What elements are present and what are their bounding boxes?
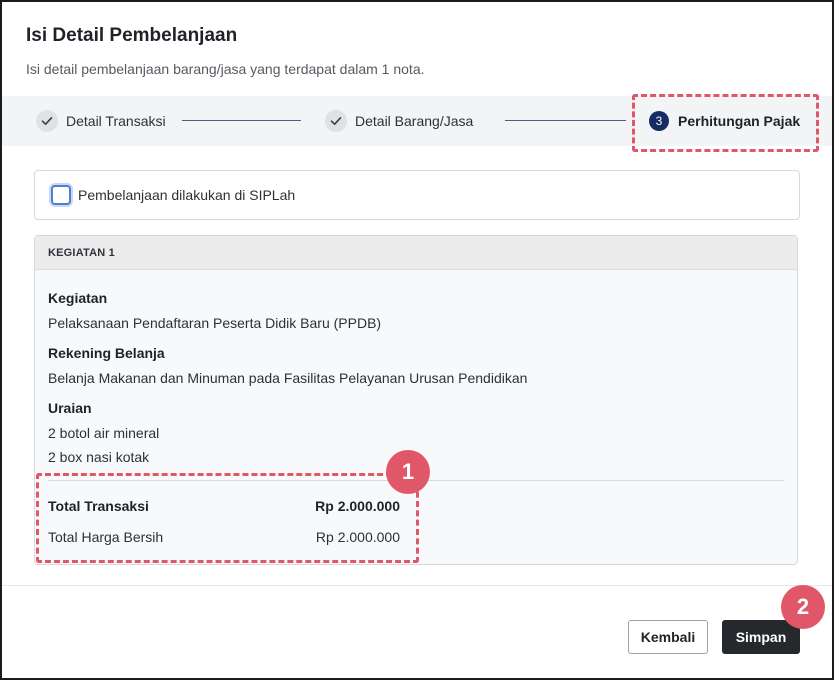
siplah-option[interactable]: Pembelanjaan dilakukan di SIPLah bbox=[34, 170, 800, 220]
step-label: Detail Transaksi bbox=[66, 113, 166, 129]
dialog-title: Isi Detail Pembelanjaan bbox=[26, 25, 238, 46]
highlight-totals bbox=[36, 473, 419, 563]
check-icon bbox=[325, 110, 347, 132]
kegiatan-label: Kegiatan bbox=[48, 290, 108, 306]
siplah-label: Pembelanjaan dilakukan di SIPLah bbox=[78, 187, 296, 203]
siplah-checkbox[interactable] bbox=[51, 185, 71, 205]
simpan-button[interactable]: Simpan bbox=[722, 620, 800, 654]
step-detail-barang-jasa[interactable]: Detail Barang/Jasa bbox=[325, 96, 473, 146]
highlight-active-step bbox=[632, 94, 819, 152]
annotation-badge-1: 1 bbox=[386, 450, 430, 494]
rekening-label: Rekening Belanja bbox=[48, 345, 165, 361]
footer-divider bbox=[2, 585, 832, 586]
uraian-item: 2 box nasi kotak bbox=[48, 449, 150, 465]
step-connector bbox=[182, 120, 301, 121]
kembali-button[interactable]: Kembali bbox=[628, 620, 708, 654]
uraian-item: 2 botol air mineral bbox=[48, 425, 160, 441]
step-connector bbox=[505, 120, 626, 121]
uraian-label: Uraian bbox=[48, 400, 92, 416]
step-detail-transaksi[interactable]: Detail Transaksi bbox=[36, 96, 166, 146]
step-label: Detail Barang/Jasa bbox=[355, 113, 474, 129]
dialog-subtitle: Isi detail pembelanjaan barang/jasa yang… bbox=[26, 61, 425, 77]
card-header: KEGIATAN 1 bbox=[35, 236, 797, 270]
rekening-value: Belanja Makanan dan Minuman pada Fasilit… bbox=[48, 370, 528, 386]
check-icon bbox=[36, 110, 58, 132]
kegiatan-value: Pelaksanaan Pendaftaran Peserta Didik Ba… bbox=[48, 315, 382, 331]
annotation-badge-2: 2 bbox=[781, 585, 825, 629]
